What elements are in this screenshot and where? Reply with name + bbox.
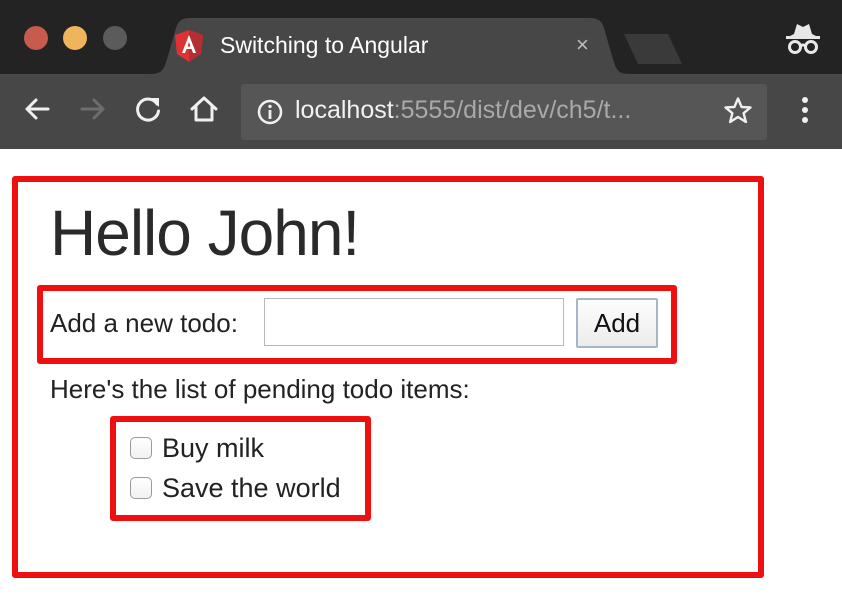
new-todo-label: Add a new todo: [50, 308, 238, 338]
incognito-icon [786, 24, 820, 54]
back-arrow-icon[interactable] [22, 94, 52, 124]
url-host: localhost [295, 96, 394, 124]
list-heading: Here's the list of pending todo items: [50, 374, 470, 404]
new-todo-input[interactable] [264, 298, 564, 346]
angular-logo-icon [175, 30, 203, 62]
forward-arrow-icon[interactable] [78, 94, 108, 124]
tab-title: Switching to Angular [220, 32, 429, 58]
kebab-menu-icon[interactable] [792, 96, 818, 124]
window-close-button[interactable] [24, 26, 48, 50]
todo-checkbox[interactable] [130, 477, 152, 499]
star-icon[interactable] [723, 96, 753, 126]
browser-tab[interactable]: Switching to Angular × [150, 18, 630, 74]
url-path: :5555/dist/dev/ch5/t... [393, 96, 632, 124]
page-heading: Hello John! [50, 197, 360, 269]
home-icon[interactable] [189, 94, 219, 124]
reload-icon[interactable] [133, 94, 163, 124]
todo-item-label: Save the world [162, 473, 341, 503]
info-icon[interactable] [257, 99, 283, 125]
new-tab-button[interactable] [622, 34, 684, 64]
add-button[interactable]: Add [576, 298, 658, 348]
url-text: localhost:5555/dist/dev/ch5/t... [295, 96, 631, 125]
window-maximize-button[interactable] [103, 26, 127, 50]
todo-item-label: Buy milk [162, 433, 265, 463]
tab-close-icon[interactable]: × [576, 32, 589, 58]
list-highlight-box [110, 416, 371, 521]
address-bar[interactable]: localhost:5555/dist/dev/ch5/t... [241, 84, 767, 140]
window-minimize-button[interactable] [63, 26, 87, 50]
todo-checkbox[interactable] [130, 437, 152, 459]
